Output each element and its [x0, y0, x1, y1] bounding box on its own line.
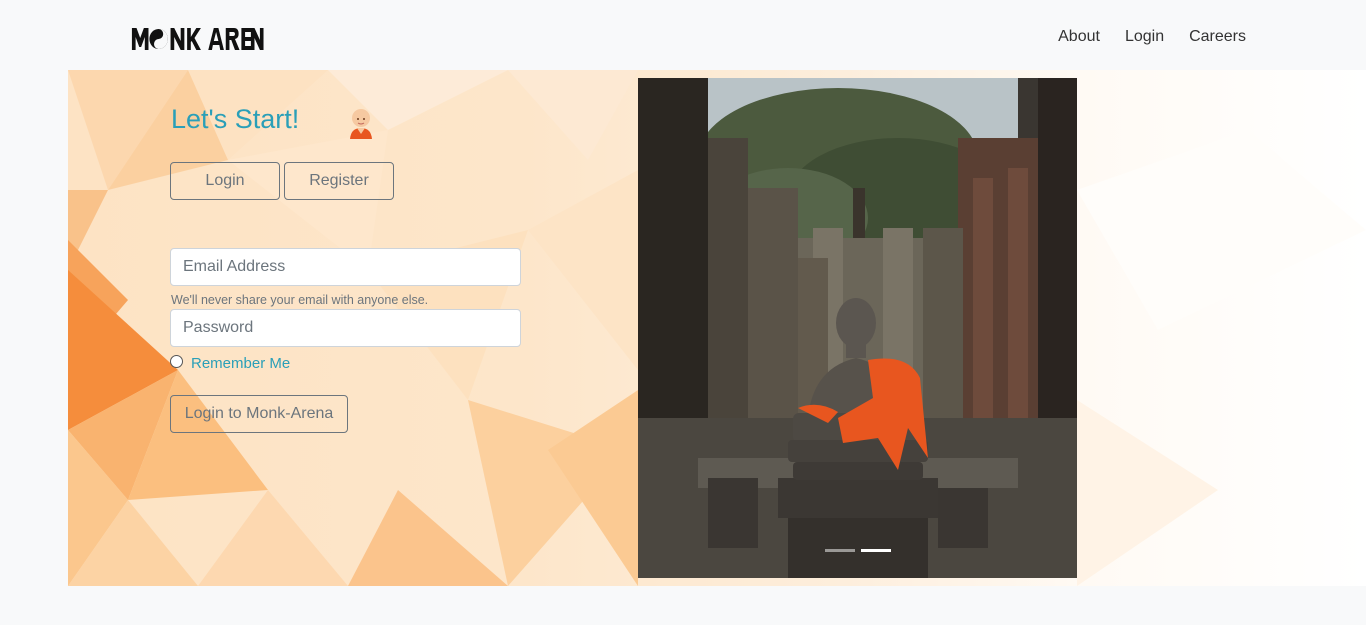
image-carousel[interactable]	[638, 78, 1077, 578]
nav-login-link[interactable]: Login	[1125, 28, 1164, 46]
navbar: About Login Careers	[0, 0, 1366, 70]
remember-me-label[interactable]: Remember Me	[191, 355, 290, 372]
remember-me-radio[interactable]	[170, 355, 183, 368]
monk-emoji-icon	[350, 109, 372, 139]
password-input[interactable]	[170, 309, 521, 347]
hero-section: Let's Start! Login Register We'll never …	[68, 70, 1366, 586]
brand-logo[interactable]	[131, 22, 271, 54]
email-input[interactable]	[170, 248, 521, 286]
carousel-indicators	[638, 549, 1077, 552]
tab-register-button[interactable]: Register	[284, 162, 394, 200]
brand-logo-wordmark	[131, 28, 264, 50]
login-submit-button[interactable]: Login to Monk-Arena	[170, 395, 348, 433]
nav-careers-link[interactable]: Careers	[1189, 28, 1246, 46]
nav-about-link[interactable]: About	[1058, 28, 1100, 46]
carousel-indicator-2[interactable]	[860, 549, 891, 552]
page-title: Let's Start!	[171, 104, 300, 134]
carousel-indicator-1[interactable]	[824, 549, 855, 552]
nav-links: About Login Careers	[1058, 28, 1246, 46]
tab-login-button[interactable]: Login	[170, 162, 280, 200]
temple-monk-image	[638, 78, 1077, 578]
email-help-text: We'll never share your email with anyone…	[171, 293, 429, 307]
